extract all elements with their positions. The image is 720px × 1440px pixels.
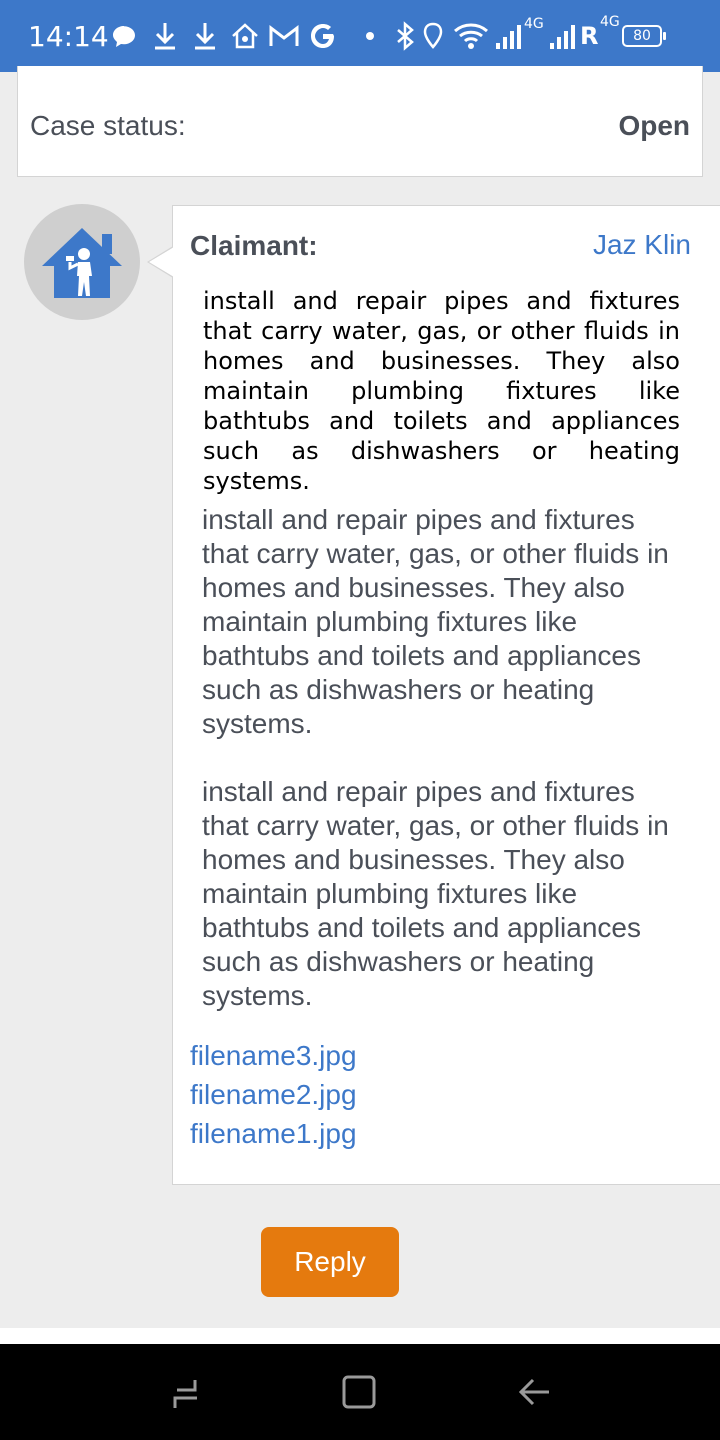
download-icon	[152, 18, 178, 54]
back-arrow-icon	[518, 1378, 549, 1406]
chat-bubble-icon	[110, 18, 138, 54]
avatar	[24, 204, 140, 320]
case-status-value: Open	[618, 110, 690, 141]
home-button[interactable]	[339, 1372, 379, 1412]
recent-apps-button[interactable]	[167, 1372, 207, 1412]
status-bar: 14:14 4G R 4G 80	[0, 0, 720, 72]
attachment-link[interactable]: filename3.jpg	[190, 1036, 357, 1075]
message-paragraph: install and repair pipes and fixtures th…	[203, 287, 680, 495]
case-status-card: Case status: Open	[17, 66, 703, 177]
signal-icon	[548, 18, 576, 54]
message-card: Claimant: Jaz Klin install and repair pi…	[147, 205, 720, 1185]
content-bottom-edge	[0, 1328, 720, 1344]
home-icon	[230, 18, 260, 54]
network-type-label: 4G	[600, 14, 620, 30]
home-square-icon	[342, 1375, 376, 1409]
google-icon	[308, 18, 338, 54]
sender-name: Jaz Klin	[592, 229, 691, 260]
download-icon	[192, 18, 218, 54]
wifi-icon	[452, 18, 490, 54]
system-navigation-bar	[0, 1344, 720, 1440]
case-status-label: Case status:	[30, 110, 186, 141]
attachment-list: filename3.jpg filename2.jpg filename1.jp…	[190, 1036, 357, 1153]
battery-indicator: 80	[622, 25, 666, 47]
bluetooth-icon	[394, 18, 416, 54]
dot-icon	[364, 18, 376, 54]
attachment-link[interactable]: filename1.jpg	[190, 1114, 357, 1153]
gmail-icon	[268, 18, 300, 54]
roaming-label: R	[580, 22, 599, 50]
clock: 14:14	[28, 20, 109, 53]
attachment-link[interactable]: filename2.jpg	[190, 1075, 357, 1114]
signal-icon	[494, 18, 522, 54]
reply-button[interactable]: Reply	[261, 1227, 399, 1297]
recent-apps-icon	[173, 1380, 197, 1408]
location-icon	[422, 18, 444, 54]
message-paragraph: install and repair pipes and fixtures th…	[202, 776, 669, 1011]
back-button[interactable]	[513, 1372, 553, 1412]
plumber-house-icon	[42, 228, 122, 298]
sender-label: Claimant:	[190, 230, 318, 261]
message-paragraph: install and repair pipes and fixtures th…	[202, 504, 669, 739]
network-type-label: 4G	[524, 16, 544, 32]
